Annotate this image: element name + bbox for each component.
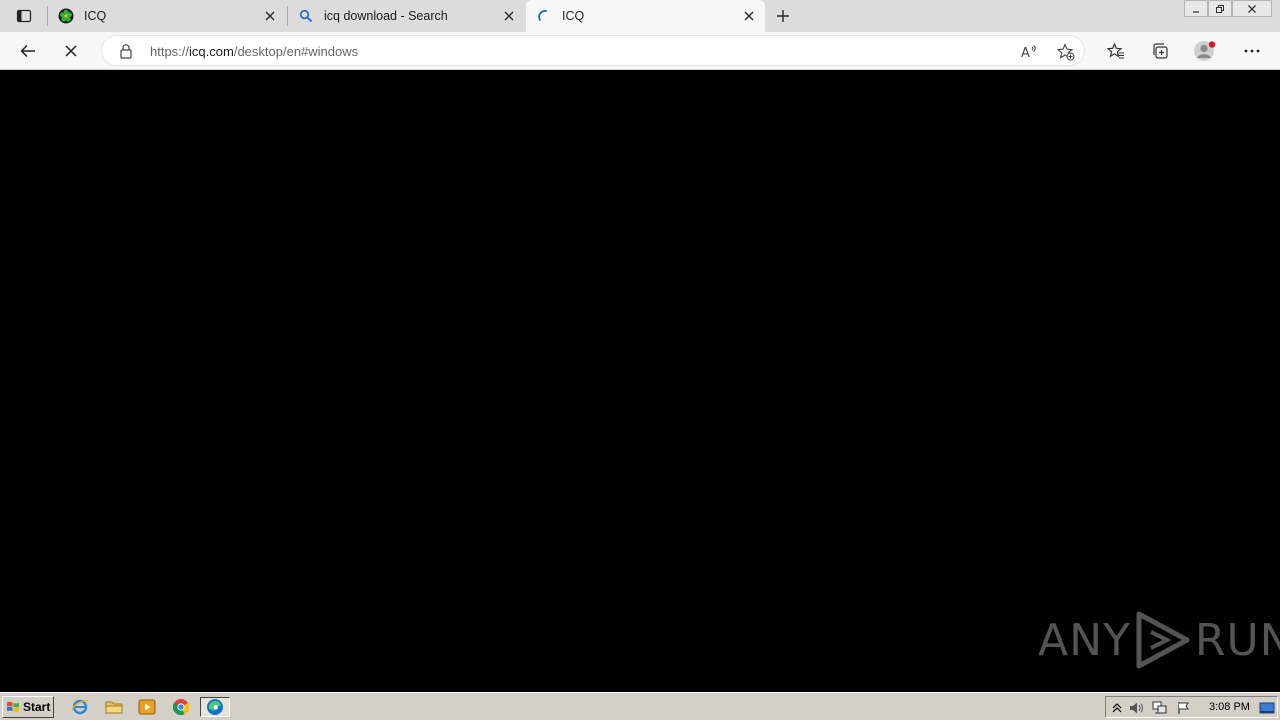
read-aloud-icon[interactable]: A [1019,41,1041,63]
tab-title: ICQ [84,9,107,23]
watermark-left-text: ANY [1038,614,1131,666]
close-icon[interactable] [262,8,278,24]
tab-actions-icon[interactable] [10,6,38,26]
volume-icon[interactable] [1129,700,1145,716]
start-label: Start [23,700,51,714]
network-icon[interactable] [1152,700,1168,716]
tab-icq-active[interactable]: ICQ [526,0,765,32]
new-tab-icon[interactable] [771,4,795,28]
chrome-icon[interactable] [170,697,192,717]
add-favorite-icon[interactable] [1055,41,1077,63]
action-center-flag-icon[interactable] [1176,700,1192,716]
taskbar: Start 3:08 PM [0,692,1280,720]
tab-icq-1[interactable]: ICQ [48,0,286,32]
anyrun-watermark: ANY RUN [1038,608,1280,672]
minimize-icon[interactable] [1184,0,1208,17]
watermark-right-text: RUN [1194,614,1280,666]
collections-icon[interactable] [1145,36,1175,66]
url-text[interactable]: https://icq.com/desktop/en#windows [150,44,358,59]
windows-flag-icon [7,701,19,713]
show-desktop-icon[interactable] [1259,700,1275,716]
url-path: /desktop/en#windows [233,44,359,59]
tab-title: ICQ [562,9,585,23]
back-arrow-icon[interactable] [13,36,43,66]
page-content [0,71,1280,692]
close-icon[interactable] [741,8,757,24]
search-icon [298,8,314,24]
favorites-icon[interactable] [1101,36,1131,66]
browser-toolbar: https://icq.com/desktop/en#windows A [0,32,1280,70]
internet-explorer-icon[interactable] [69,697,91,717]
stop-loading-icon[interactable] [56,36,86,66]
show-hidden-icons-icon[interactable] [1109,700,1125,716]
lock-icon[interactable] [118,43,134,59]
media-player-icon[interactable] [136,697,158,717]
icq-flower-icon [58,8,74,24]
url-host: icq.com [189,44,234,59]
play-triangle-icon [1136,611,1190,669]
more-options-icon[interactable] [1237,36,1267,66]
file-explorer-icon[interactable] [103,697,125,717]
address-bar[interactable]: https://icq.com/desktop/en#windows A [101,35,1085,66]
close-icon[interactable] [501,8,517,24]
restore-icon[interactable] [1208,0,1232,17]
system-tray: 3:08 PM [1105,696,1278,718]
tab-title: icq download - Search [324,9,448,23]
clock[interactable]: 3:08 PM [1209,701,1250,713]
url-scheme: https:// [150,44,190,59]
svg-text:A: A [1021,46,1030,60]
window-close-icon[interactable] [1232,0,1272,17]
tab-search[interactable]: icq download - Search [288,0,525,32]
profile-avatar-icon[interactable] [1191,36,1221,66]
edge-taskbar-icon[interactable] [200,697,230,717]
tab-strip: ICQ icq download - Search ICQ [0,0,1280,32]
start-button[interactable]: Start [2,696,54,718]
loading-spinner-icon [536,8,552,24]
